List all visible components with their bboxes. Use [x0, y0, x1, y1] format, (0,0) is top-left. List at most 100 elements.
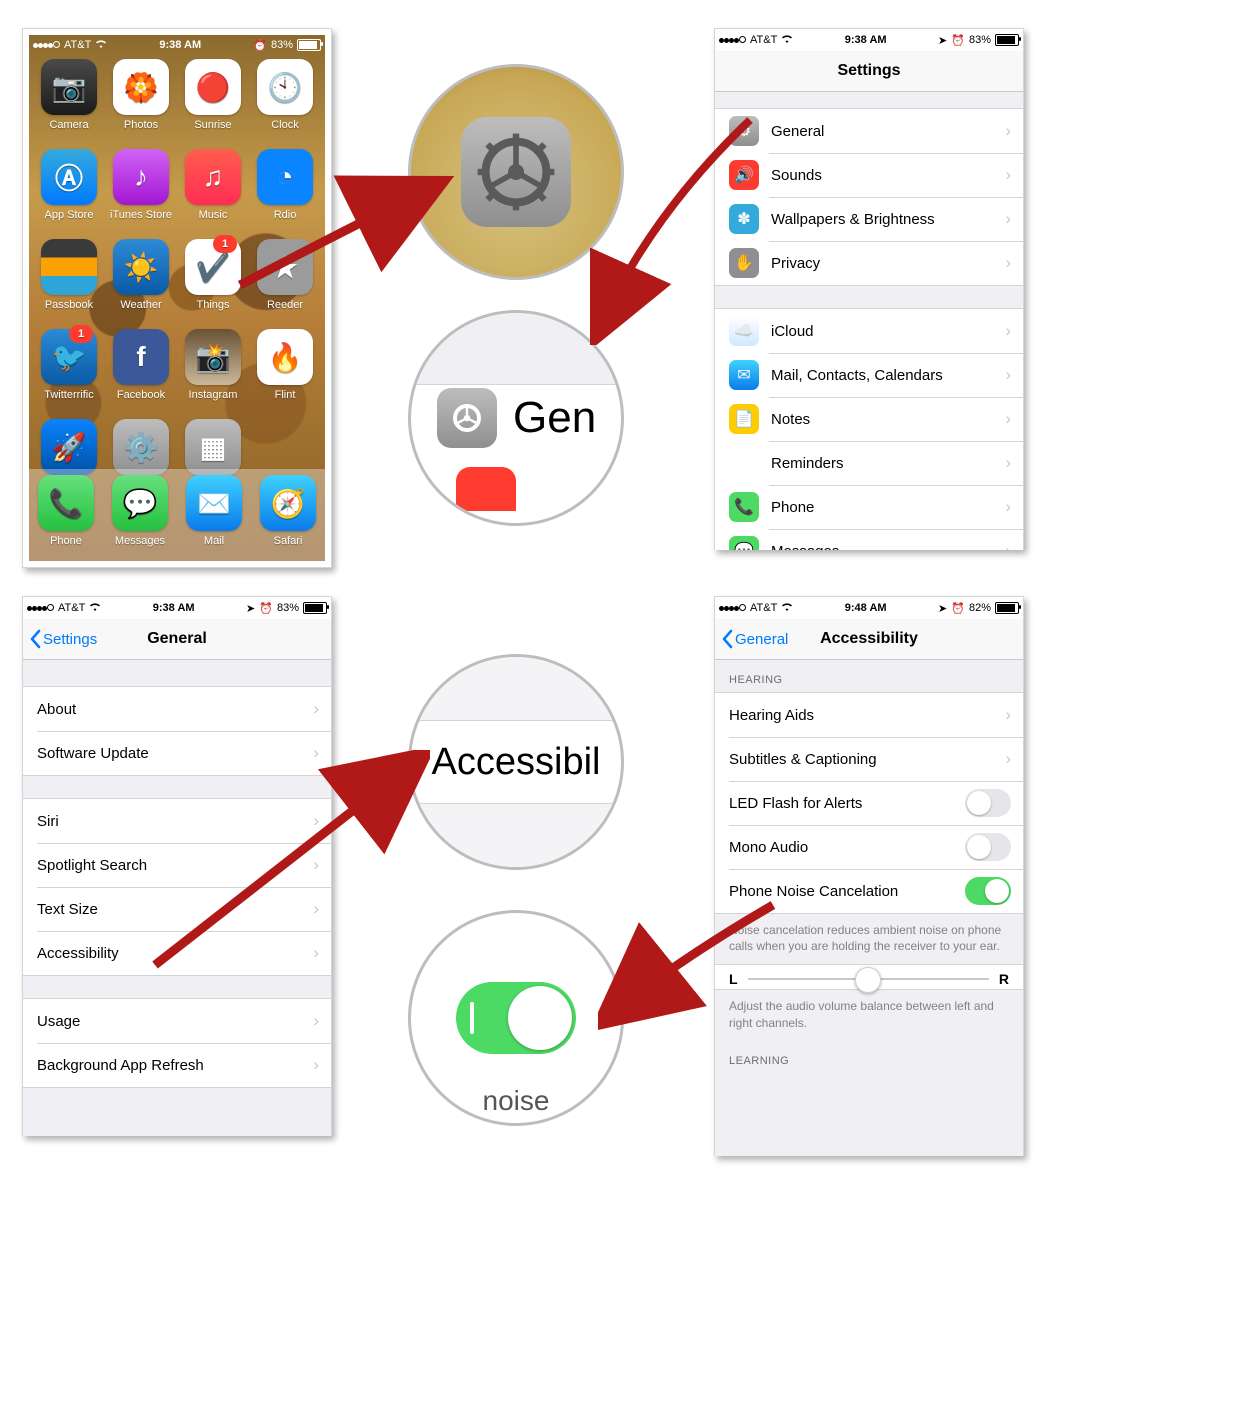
settings-list[interactable]: ⚙︎General›🔊Sounds› ✽ Wallpapers & Brightne…: [715, 92, 1023, 550]
row-phone-noise-cancelation[interactable]: Phone Noise Cancelation: [715, 869, 1023, 913]
row-accessibility[interactable]: Accessibility›: [23, 931, 331, 975]
app-icon: [41, 239, 97, 295]
row-icon: ✋: [729, 248, 759, 278]
status-bar: AT&T 9:48 AM ➤ ⏰ 82%: [715, 597, 1023, 619]
back-button[interactable]: Settings: [29, 619, 97, 659]
app-app-store[interactable]: ⒶApp Store: [33, 149, 105, 239]
toggle-switch[interactable]: [965, 833, 1011, 861]
row-about[interactable]: About›: [23, 687, 331, 731]
settings-row-mail-contacts-calendars[interactable]: ✉︎Mail, Contacts, Calendars›: [715, 353, 1023, 397]
app-label: Rdio: [274, 209, 297, 221]
app-instagram[interactable]: 📸Instagram: [177, 329, 249, 419]
app-things[interactable]: ✔️Things1: [177, 239, 249, 329]
app-label: Sunrise: [194, 119, 231, 131]
battery-label: 82%: [969, 602, 991, 614]
carrier-label: AT&T: [750, 34, 777, 46]
row-icon: ☁️: [729, 316, 759, 346]
wifi-icon: [781, 34, 793, 47]
app-itunes-store[interactable]: ♪iTunes Store: [105, 149, 177, 239]
row-label: Reminders: [771, 455, 1005, 472]
app-messages[interactable]: 💬Messages: [103, 475, 177, 547]
app-phone[interactable]: 📞Phone: [29, 475, 103, 547]
app-flint[interactable]: 🔥Flint: [249, 329, 321, 419]
app-icon: ⚙️: [113, 419, 169, 475]
app-icon: ◔: [257, 149, 313, 205]
balance-right-label: R: [999, 971, 1009, 987]
phone-home-screen: AT&T 9:38 AM ⏰ 83% 📷Camera🏵️Photos🔴Sunri…: [22, 28, 332, 568]
row-software-update[interactable]: Software Update›: [23, 731, 331, 775]
battery-icon: [303, 602, 327, 614]
app-rdio[interactable]: ◔ Rdio: [249, 149, 321, 239]
callout-noise-toggle: noise: [408, 910, 624, 1126]
carrier-label: AT&T: [64, 39, 91, 51]
chevron-right-icon: ›: [1005, 253, 1011, 273]
callout-general-label: Gen: [513, 393, 596, 443]
general-list[interactable]: About›Software Update› Siri›Spotlight Se…: [23, 660, 331, 1136]
battery-label: 83%: [277, 602, 299, 614]
app-icon: 📸: [185, 329, 241, 385]
app-icon: 🚀: [41, 419, 97, 475]
accessibility-list[interactable]: HEARING Hearing Aids›Subtitles & Caption…: [715, 660, 1023, 1156]
back-button[interactable]: General: [721, 619, 788, 659]
app-label: Twitterrific: [44, 389, 94, 401]
row-spotlight-search[interactable]: Spotlight Search›: [23, 843, 331, 887]
app-photos[interactable]: 🏵️Photos: [105, 59, 177, 149]
app-icon: ☀️: [113, 239, 169, 295]
row-label: Text Size: [37, 901, 313, 918]
callout-noise-label: noise: [411, 1085, 621, 1117]
alarm-icon: ⏰: [253, 39, 267, 52]
settings-row-wallpapers-brightness[interactable]: ✽Wallpapers & Brightness›: [715, 197, 1023, 241]
toggle-switch[interactable]: [965, 877, 1011, 905]
row-siri[interactable]: Siri›: [23, 799, 331, 843]
audio-balance-slider[interactable]: L R: [715, 965, 1023, 989]
row-mono-audio[interactable]: Mono Audio: [715, 825, 1023, 869]
status-time: 9:38 AM: [845, 34, 887, 46]
switch-on-icon: [456, 982, 576, 1054]
alarm-icon: ⏰: [951, 602, 965, 615]
row-hearing-aids[interactable]: Hearing Aids›: [715, 693, 1023, 737]
app-facebook[interactable]: fFacebook: [105, 329, 177, 419]
row-subtitles-captioning[interactable]: Subtitles & Captioning›: [715, 737, 1023, 781]
status-bar: AT&T 9:38 AM ⏰ 83%: [29, 35, 325, 55]
app-clock[interactable]: 🕙Clock: [249, 59, 321, 149]
app-sunrise[interactable]: 🔴Sunrise: [177, 59, 249, 149]
app-reeder[interactable]: ★Reeder: [249, 239, 321, 329]
status-bar: AT&T 9:38 AM ➤ ⏰ 83%: [23, 597, 331, 619]
settings-row-general[interactable]: ⚙︎General›: [715, 109, 1023, 153]
row-led-flash-for-alerts[interactable]: LED Flash for Alerts: [715, 781, 1023, 825]
row-label: iCloud: [771, 323, 1005, 340]
row-icon: ✽: [729, 204, 759, 234]
app-weather[interactable]: ☀️ Weather: [105, 239, 177, 329]
chevron-right-icon: ›: [313, 811, 319, 831]
row-background-app-refresh[interactable]: Background App Refresh›: [23, 1043, 331, 1087]
app-label: Photos: [124, 119, 158, 131]
chevron-right-icon: ›: [313, 855, 319, 875]
settings-row-reminders[interactable]: ⋮⋮Reminders›: [715, 441, 1023, 485]
row-label: Software Update: [37, 745, 313, 762]
settings-row-notes[interactable]: 📄Notes›: [715, 397, 1023, 441]
row-usage[interactable]: Usage›: [23, 999, 331, 1043]
row-label: Usage: [37, 1013, 313, 1030]
app-twitterrific[interactable]: 🐦Twitterrific1: [33, 329, 105, 419]
app-passbook[interactable]: Passbook: [33, 239, 105, 329]
status-time: 9:38 AM: [159, 39, 201, 51]
row-text-size[interactable]: Text Size›: [23, 887, 331, 931]
signal-dots-icon: [27, 602, 54, 614]
chevron-right-icon: ›: [1005, 497, 1011, 517]
toggle-switch[interactable]: [965, 789, 1011, 817]
back-label: Settings: [43, 631, 97, 648]
app-mail[interactable]: ✉️Mail: [177, 475, 251, 547]
app-music[interactable]: ♫Music: [177, 149, 249, 239]
settings-row-icloud[interactable]: ☁️iCloud›: [715, 309, 1023, 353]
settings-row-messages[interactable]: 💬Messages›: [715, 529, 1023, 550]
chevron-right-icon: ›: [1005, 541, 1011, 550]
balance-footnote: Adjust the audio volume balance between …: [715, 990, 1023, 1040]
app-camera[interactable]: 📷Camera: [33, 59, 105, 149]
app-safari[interactable]: 🧭Safari: [251, 475, 325, 547]
settings-row-sounds[interactable]: 🔊Sounds›: [715, 153, 1023, 197]
settings-row-phone[interactable]: 📞Phone›: [715, 485, 1023, 529]
settings-row-privacy[interactable]: ✋Privacy›: [715, 241, 1023, 285]
app-label: Weather: [120, 299, 161, 311]
app-icon: f: [113, 329, 169, 385]
row-label: Wallpapers & Brightness: [771, 211, 1005, 228]
